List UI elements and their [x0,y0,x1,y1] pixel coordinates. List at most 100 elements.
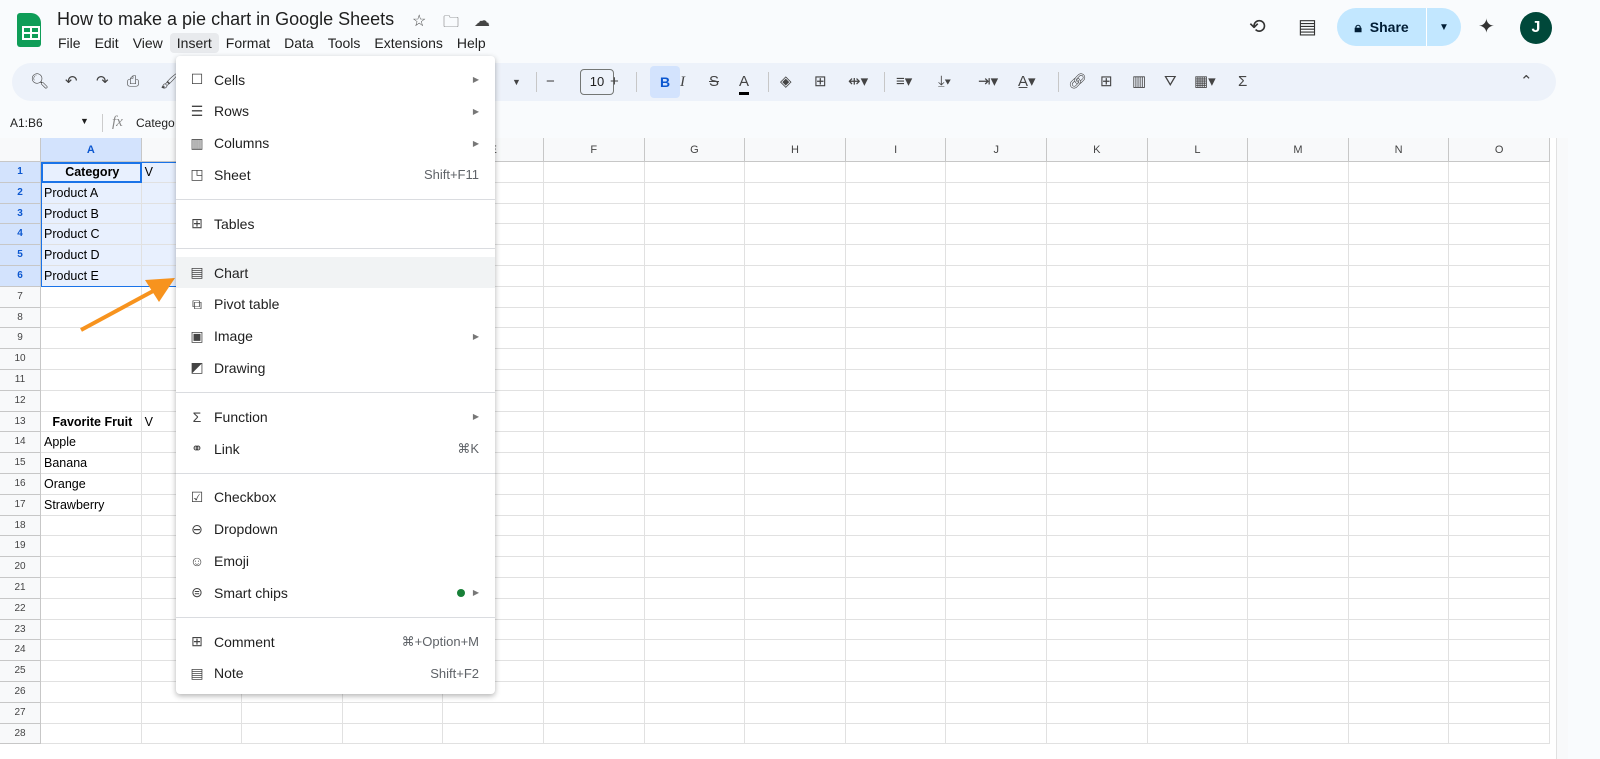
cell-J16[interactable] [946,474,1047,495]
cell-G20[interactable] [644,557,746,578]
cell-F11[interactable] [544,370,645,391]
cell-M4[interactable] [1248,224,1349,246]
cell-A15[interactable]: Banana [41,453,142,474]
cell-I6[interactable] [845,266,947,287]
cell-G23[interactable] [644,619,746,641]
cell-J3[interactable] [946,203,1047,225]
cell-A10[interactable] [41,349,142,370]
cell-A19[interactable] [41,536,142,558]
print-icon[interactable]: ⎙ [127,72,139,92]
cell-M24[interactable] [1248,640,1349,662]
cell-F23[interactable] [544,619,645,641]
cell-K16[interactable] [1047,474,1148,495]
cell-J5[interactable] [946,245,1047,266]
cell-N5[interactable] [1348,245,1450,266]
cell-N4[interactable] [1348,224,1450,246]
document-title[interactable]: How to make a pie chart in Google Sheets [57,9,394,30]
undo-icon[interactable]: ↶ [65,72,78,92]
cell-L2[interactable] [1147,182,1249,204]
cell-J8[interactable] [946,307,1047,329]
cell-H9[interactable] [745,328,846,350]
menu-edit[interactable]: Edit [88,33,126,53]
fill-color-icon[interactable]: ◈ [780,72,792,92]
menu-file[interactable]: File [51,33,88,53]
cell-H24[interactable] [745,640,846,662]
cell-L21[interactable] [1147,578,1249,599]
cell-L25[interactable] [1147,661,1249,682]
row-header-5[interactable]: 5 [0,245,41,266]
cell-M28[interactable] [1248,723,1349,745]
menu-item-checkbox[interactable]: ☑ Checkbox [176,482,495,513]
cell-N8[interactable] [1348,307,1450,329]
cell-H22[interactable] [745,598,846,620]
cell-J15[interactable] [946,453,1047,474]
cell-G11[interactable] [644,370,746,391]
cell-O1[interactable] [1449,162,1550,183]
cell-G4[interactable] [644,224,746,246]
cell-O12[interactable] [1449,390,1550,412]
cell-M20[interactable] [1248,557,1349,578]
cell-M6[interactable] [1248,266,1349,287]
cell-M14[interactable] [1248,432,1349,454]
cell-J20[interactable] [946,557,1047,578]
cell-G2[interactable] [644,182,746,204]
cell-B28[interactable] [141,723,243,745]
cell-G3[interactable] [644,203,746,225]
cell-F26[interactable] [544,682,645,703]
search-icon[interactable]: 🔍︎ [30,72,49,92]
cell-O6[interactable] [1449,266,1550,287]
cell-J6[interactable] [946,266,1047,287]
cell-N18[interactable] [1348,515,1450,537]
row-header-25[interactable]: 25 [0,661,41,682]
cell-I22[interactable] [845,598,947,620]
cell-F17[interactable] [544,494,645,516]
cell-M11[interactable] [1248,370,1349,391]
cell-H18[interactable] [745,515,846,537]
cell-O21[interactable] [1449,578,1550,599]
cell-O22[interactable] [1449,598,1550,620]
cell-N6[interactable] [1348,266,1450,287]
cell-O10[interactable] [1449,349,1550,370]
menu-extensions[interactable]: Extensions [367,33,449,53]
cell-M3[interactable] [1248,203,1349,225]
cell-G15[interactable] [644,453,746,474]
cell-G28[interactable] [644,723,746,745]
cell-I17[interactable] [845,494,947,516]
avatar[interactable]: J [1520,12,1552,44]
strikethrough-icon[interactable]: S [709,72,719,92]
cell-A26[interactable] [41,682,142,703]
cell-L12[interactable] [1147,390,1249,412]
row-header-17[interactable]: 17 [0,494,41,516]
cell-L11[interactable] [1147,370,1249,391]
cell-J26[interactable] [946,682,1047,703]
cell-F25[interactable] [544,661,645,682]
cell-F20[interactable] [544,557,645,578]
column-header-G[interactable]: G [644,138,746,162]
cell-A13[interactable]: Favorite Fruit [41,411,142,433]
cell-K28[interactable] [1047,723,1148,745]
menu-item-emoji[interactable]: ☺ Emoji [176,545,495,576]
share-dropdown-button[interactable]: ▼ [1427,22,1461,33]
cell-O20[interactable] [1449,557,1550,578]
cell-K23[interactable] [1047,619,1148,641]
cell-I25[interactable] [845,661,947,682]
select-all-corner[interactable] [0,138,41,162]
cell-H1[interactable] [745,162,846,183]
cell-H3[interactable] [745,203,846,225]
cell-K15[interactable] [1047,453,1148,474]
cell-K12[interactable] [1047,390,1148,412]
cell-K1[interactable] [1047,162,1148,183]
cell-N23[interactable] [1348,619,1450,641]
cell-I16[interactable] [845,474,947,495]
cell-J19[interactable] [946,536,1047,558]
cell-H6[interactable] [745,266,846,287]
name-box[interactable]: A1:B6 [10,116,43,130]
cell-N10[interactable] [1348,349,1450,370]
cell-O24[interactable] [1449,640,1550,662]
column-header-N[interactable]: N [1348,138,1450,162]
cell-L27[interactable] [1147,702,1249,724]
cell-G17[interactable] [644,494,746,516]
cell-A27[interactable] [41,702,142,724]
cell-H20[interactable] [745,557,846,578]
cell-J2[interactable] [946,182,1047,204]
